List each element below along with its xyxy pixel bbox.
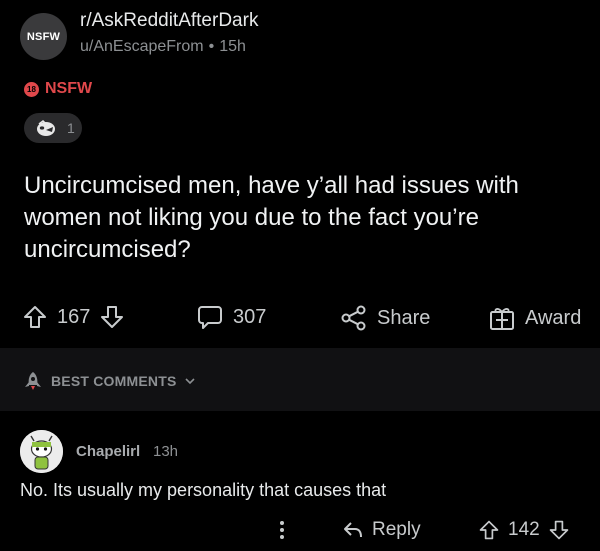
share-button[interactable]: Share	[340, 304, 430, 332]
comment-age: 13h	[153, 443, 179, 460]
comment-count: 307	[233, 305, 267, 328]
comment-score: 142	[508, 519, 540, 540]
share-icon	[341, 305, 366, 331]
comment-more-button[interactable]	[276, 519, 288, 541]
meta-separator: •	[208, 38, 215, 55]
more-vertical-icon	[280, 521, 284, 539]
snoo-avatar-icon	[20, 430, 63, 473]
upvote-icon[interactable]	[478, 519, 500, 541]
comment-avatar[interactable]	[20, 430, 63, 473]
reply-button[interactable]: Reply	[342, 519, 421, 541]
reply-label: Reply	[372, 519, 421, 540]
post-age: 15h	[219, 38, 246, 55]
comment-author[interactable]: Chapelirl	[76, 443, 140, 460]
awards-pill[interactable]: 1	[24, 113, 82, 143]
award-label: Award	[525, 306, 582, 329]
post-title: Uncircumcised men, have y’all had issues…	[24, 172, 519, 263]
award-icon	[37, 119, 55, 136]
nsfw-label: NSFW	[45, 80, 93, 97]
reply-arrow-icon	[344, 522, 362, 538]
sort-selector[interactable]: BEST COMMENTS	[22, 370, 196, 392]
rocket-icon	[25, 372, 41, 390]
comments-button[interactable]: 307	[196, 304, 266, 330]
chevron-down-icon	[184, 378, 195, 385]
nsfw-18-icon: 18	[24, 81, 39, 97]
subreddit-name[interactable]: r/AskRedditAfterDark	[80, 10, 258, 32]
award-count: 1	[67, 120, 75, 136]
comment-body: No. Its usually my personality that caus…	[20, 480, 387, 500]
upvote-icon[interactable]	[22, 304, 48, 330]
nsfw-tag: 18 NSFW	[24, 80, 92, 98]
comment-bubble-icon	[198, 306, 222, 329]
upvote-count: 167	[57, 305, 91, 328]
gift-icon	[490, 308, 514, 330]
vote-controls: 167	[22, 304, 125, 330]
share-label: Share	[377, 306, 431, 329]
downvote-icon[interactable]	[99, 304, 125, 330]
post-meta: u/AnEscapeFrom • 15h	[80, 38, 246, 56]
award-button[interactable]: Award	[488, 304, 581, 332]
post-author[interactable]: u/AnEscapeFrom	[80, 38, 204, 55]
downvote-icon[interactable]	[548, 519, 570, 541]
sort-label: BEST COMMENTS	[51, 373, 177, 389]
subreddit-icon[interactable]: NSFW	[20, 13, 67, 60]
comment-vote-controls: 142	[478, 519, 570, 541]
subreddit-icon-text: NSFW	[26, 30, 61, 43]
